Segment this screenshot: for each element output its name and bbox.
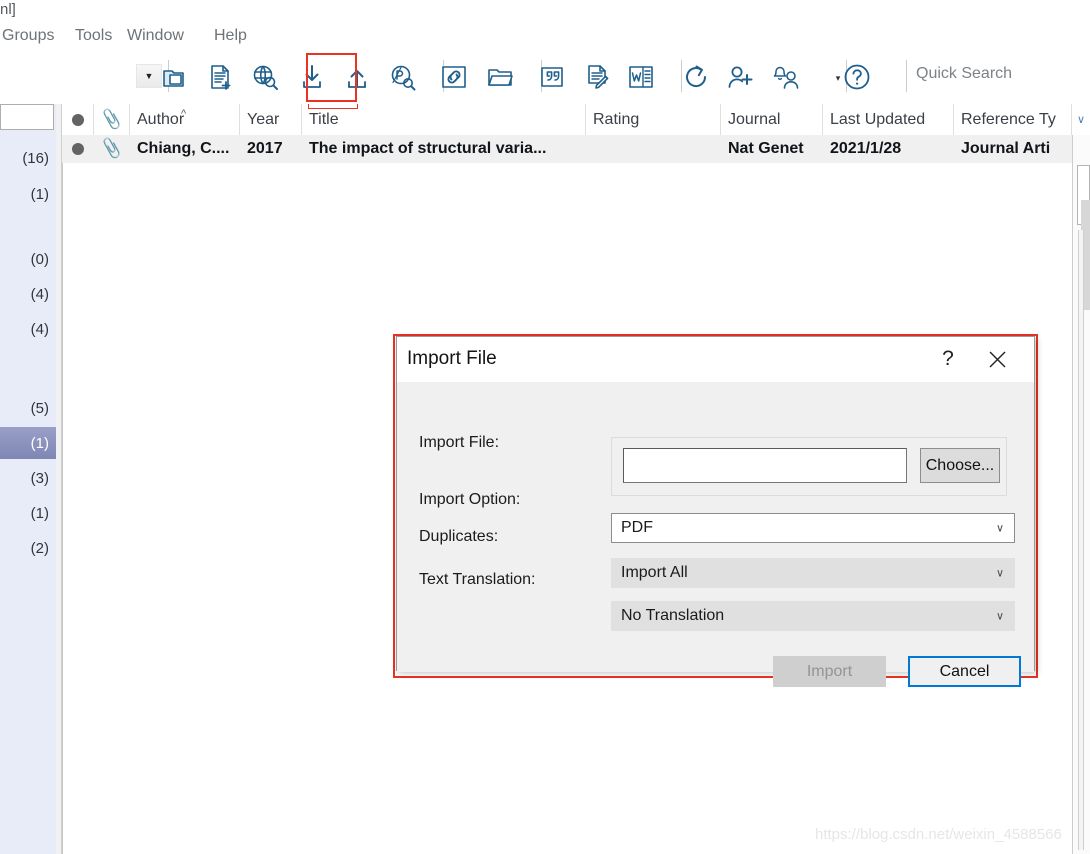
group-count: (1) (31, 505, 49, 522)
dialog-body: Import File: Import Option: Duplicates: … (397, 382, 1034, 672)
group-count: (5) (31, 400, 49, 417)
cancel-button[interactable]: Cancel (908, 656, 1021, 687)
chevron-down-icon: ∨ (996, 522, 1004, 535)
help-icon[interactable]: ? (934, 345, 962, 373)
author-sort-ascending-icon: ^ (181, 108, 186, 120)
sidebar-group-item[interactable]: (1) (0, 497, 56, 529)
sync-icon[interactable] (677, 60, 715, 94)
paperclip-icon: 📎 (100, 137, 125, 161)
import-icon[interactable] (293, 60, 331, 94)
word-cwyw-icon[interactable] (622, 60, 660, 94)
column-header-attachment[interactable]: 📎 (94, 104, 130, 135)
read-status-icon (72, 143, 84, 155)
cell-last_updated: 2021/1/28 (823, 135, 954, 163)
cell-attachment: 📎 (94, 135, 130, 163)
activity-feed-caret-icon[interactable]: ▾ (832, 72, 844, 84)
sidebar-group-item[interactable]: (3) (0, 462, 56, 494)
export-icon[interactable] (338, 60, 376, 94)
group-count: (1) (31, 186, 49, 203)
sidebar-group-item[interactable]: (0) (0, 243, 56, 275)
import-option-label: Import Option: (419, 491, 520, 509)
share-library-icon[interactable] (721, 60, 759, 94)
column-header-rating[interactable]: Rating (586, 104, 721, 135)
title-column-highlight (308, 104, 358, 109)
online-search-icon[interactable] (246, 60, 284, 94)
sidebar-group-item[interactable]: (5) (0, 392, 56, 424)
cell-author: Chiang, C.... (130, 135, 240, 163)
find-full-text-pdf-icon[interactable] (383, 60, 421, 94)
duplicates-dropdown[interactable]: Import All ∨ (611, 558, 1015, 588)
text-translation-value: No Translation (621, 607, 724, 625)
window-titlebar: nl] (0, 0, 1090, 26)
open-file-icon[interactable] (481, 60, 519, 94)
open-link-icon[interactable] (435, 60, 473, 94)
activity-feed-icon[interactable] (767, 60, 805, 94)
column-header-read_status[interactable] (62, 104, 94, 135)
menu-item-help[interactable]: Help (212, 27, 249, 45)
import-button[interactable]: Import (773, 656, 886, 687)
dialog-titlebar: Import File ? (397, 337, 1034, 382)
sidebar-group-item[interactable]: (2) (0, 532, 56, 564)
read-status-icon (72, 114, 84, 126)
column-header-year[interactable]: Year (240, 104, 302, 135)
group-count: (1) (31, 435, 49, 452)
reference-table-header: 📎AuthorYearTitleRatingJournalLast Update… (62, 104, 1072, 136)
group-count: (16) (22, 150, 49, 167)
menu-item-tools[interactable]: Tools (73, 27, 114, 45)
import-file-label: Import File: (419, 434, 499, 452)
column-options-icon[interactable]: ∨ (1072, 104, 1090, 135)
sidebar-group-item[interactable]: (1) (0, 427, 56, 459)
cell-year: 2017 (240, 135, 302, 163)
sidebar-group-item[interactable]: (16) (0, 142, 56, 174)
cell-rating (586, 135, 721, 163)
new-reference-icon[interactable] (201, 60, 239, 94)
quote-format-icon[interactable] (533, 60, 571, 94)
sidebar-group-item[interactable]: (4) (0, 313, 56, 345)
duplicates-label: Duplicates: (419, 528, 498, 546)
column-header-reference_type[interactable]: Reference Ty (954, 104, 1072, 135)
text-translation-label: Text Translation: (419, 571, 536, 589)
cell-read_status (62, 135, 94, 163)
duplicates-value: Import All (621, 564, 688, 582)
table-row[interactable]: 📎Chiang, C....2017The impact of structur… (62, 135, 1072, 163)
menubar: Groups Tools Window Help (0, 26, 1090, 53)
import-option-value: PDF (621, 519, 653, 537)
vertical-scrollbar-track[interactable] (1078, 230, 1084, 850)
cell-journal: Nat Genet (721, 135, 823, 163)
import-file-dialog: Import File ? Import File: Import Option… (396, 336, 1035, 671)
group-count: (3) (31, 470, 49, 487)
copy-folder-icon[interactable] (156, 60, 194, 94)
import-option-dropdown[interactable]: PDF ∨ (611, 513, 1015, 543)
edit-reference-icon[interactable] (579, 60, 617, 94)
chevron-down-icon: ∨ (996, 610, 1004, 623)
group-count: (0) (31, 251, 49, 268)
close-icon[interactable] (982, 345, 1012, 373)
chevron-down-icon: ▼ (145, 71, 154, 81)
chevron-down-icon: ∨ (996, 567, 1004, 580)
choose-button[interactable]: Choose... (920, 448, 1000, 483)
group-count: (4) (31, 321, 49, 338)
menu-item-groups[interactable]: Groups (0, 27, 56, 45)
paperclip-icon: 📎 (99, 108, 124, 132)
cell-title: The impact of structural varia... (302, 135, 586, 163)
endnote-window: nl] Groups Tools Window Help ▼ ▾ Quick Sear… (0, 0, 1090, 854)
group-count: (2) (31, 540, 49, 557)
group-count: (4) (31, 286, 49, 303)
column-header-journal[interactable]: Journal (721, 104, 823, 135)
window-title: nl] (0, 1, 16, 18)
sidebar-group-item[interactable]: (4) (0, 278, 56, 310)
sidebar-search-field[interactable] (0, 104, 54, 130)
import-file-input[interactable] (623, 448, 907, 483)
sidebar-group-item[interactable]: (1) (0, 178, 56, 210)
column-header-last_updated[interactable]: Last Updated (823, 104, 954, 135)
dialog-title: Import File (407, 348, 497, 370)
text-translation-dropdown[interactable]: No Translation ∨ (611, 601, 1015, 631)
quick-search-input[interactable]: Quick Search (916, 65, 1012, 83)
cell-reference_type: Journal Arti (954, 135, 1072, 163)
menu-item-window[interactable]: Window (125, 27, 186, 45)
toolbar-separator-5 (906, 60, 907, 92)
